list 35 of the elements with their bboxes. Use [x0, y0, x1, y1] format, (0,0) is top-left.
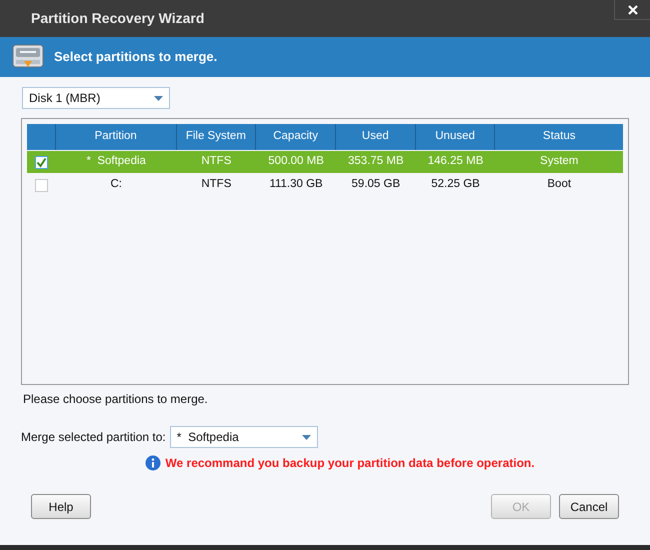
table-cell-text: C:	[109, 177, 123, 192]
checkbox[interactable]	[34, 156, 48, 168]
table-cell-text: 353.75 MB	[347, 154, 405, 170]
column-header: Unused	[416, 124, 496, 150]
column-header: File System	[176, 124, 256, 150]
table-cell-text: Boot	[546, 177, 572, 192]
table-cell-text: NTFS	[200, 177, 232, 192]
column-header: Status	[542, 129, 577, 144]
table-cell-text: System	[539, 154, 580, 170]
merge-target-dropdown[interactable]: * Softpedia	[170, 426, 318, 448]
table-row[interactable]: C: NTFS 111.30 GB 59.05 GB 52.25 GB Boot	[27, 174, 623, 196]
checkbox[interactable]	[34, 178, 48, 192]
dropdown-arrow-icon	[154, 96, 163, 100]
hint-text: Please choose partitions to merge.	[23, 391, 209, 408]
banner-title: Select partitions to merge.	[54, 48, 218, 66]
table-cell-text: 146.25 MB	[426, 154, 484, 170]
disk-dropdown[interactable]: Disk 1 (MBR)	[22, 87, 170, 109]
column-header: Partition	[56, 124, 176, 150]
table-cell-text: 111.30 GB	[268, 177, 324, 192]
table-cell-text: NTFS	[200, 154, 232, 170]
merge-label: Merge selected partition to:	[21, 429, 166, 446]
window-title: Partition Recovery Wizard	[31, 9, 204, 28]
close-icon	[628, 4, 638, 14]
column-header: Capacity	[256, 124, 336, 150]
column-header: Used	[336, 124, 416, 150]
dialog-button[interactable]: Help	[31, 494, 91, 519]
close-button[interactable]	[614, 0, 650, 20]
table-cell-text: 59.05 GB	[350, 177, 402, 192]
info-icon	[145, 455, 162, 471]
dialog-button[interactable]: Cancel	[559, 494, 619, 519]
table-cell-text: 52.25 GB	[430, 177, 481, 192]
table-cell-text: * Softpedia	[85, 154, 147, 170]
warning-text: We recommand you backup your partition data before operation.	[165, 455, 535, 472]
dropdown-arrow-icon	[302, 434, 311, 440]
table-cell-text: 500.00 MB	[267, 154, 325, 170]
